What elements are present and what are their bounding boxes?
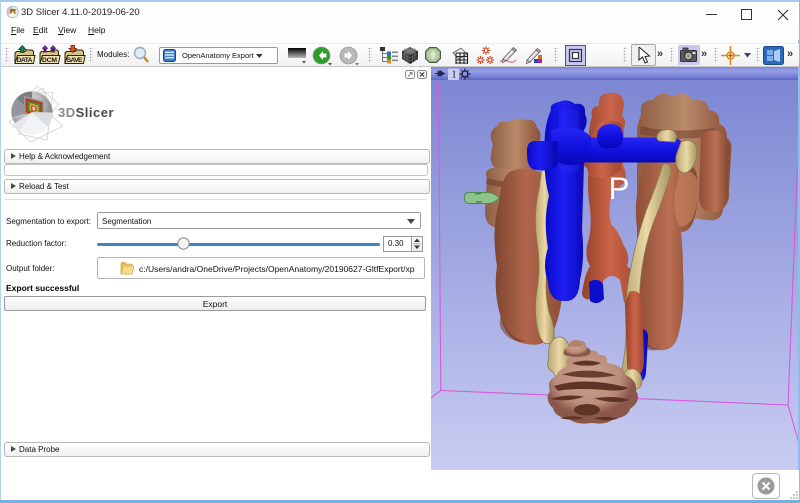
svg-text:1: 1 <box>452 70 457 81</box>
svg-text:P: P <box>609 170 630 206</box>
svg-text:DCM: DCM <box>42 57 57 64</box>
svg-text:SAVE: SAVE <box>67 57 83 64</box>
svg-text:DATA: DATA <box>17 57 33 64</box>
